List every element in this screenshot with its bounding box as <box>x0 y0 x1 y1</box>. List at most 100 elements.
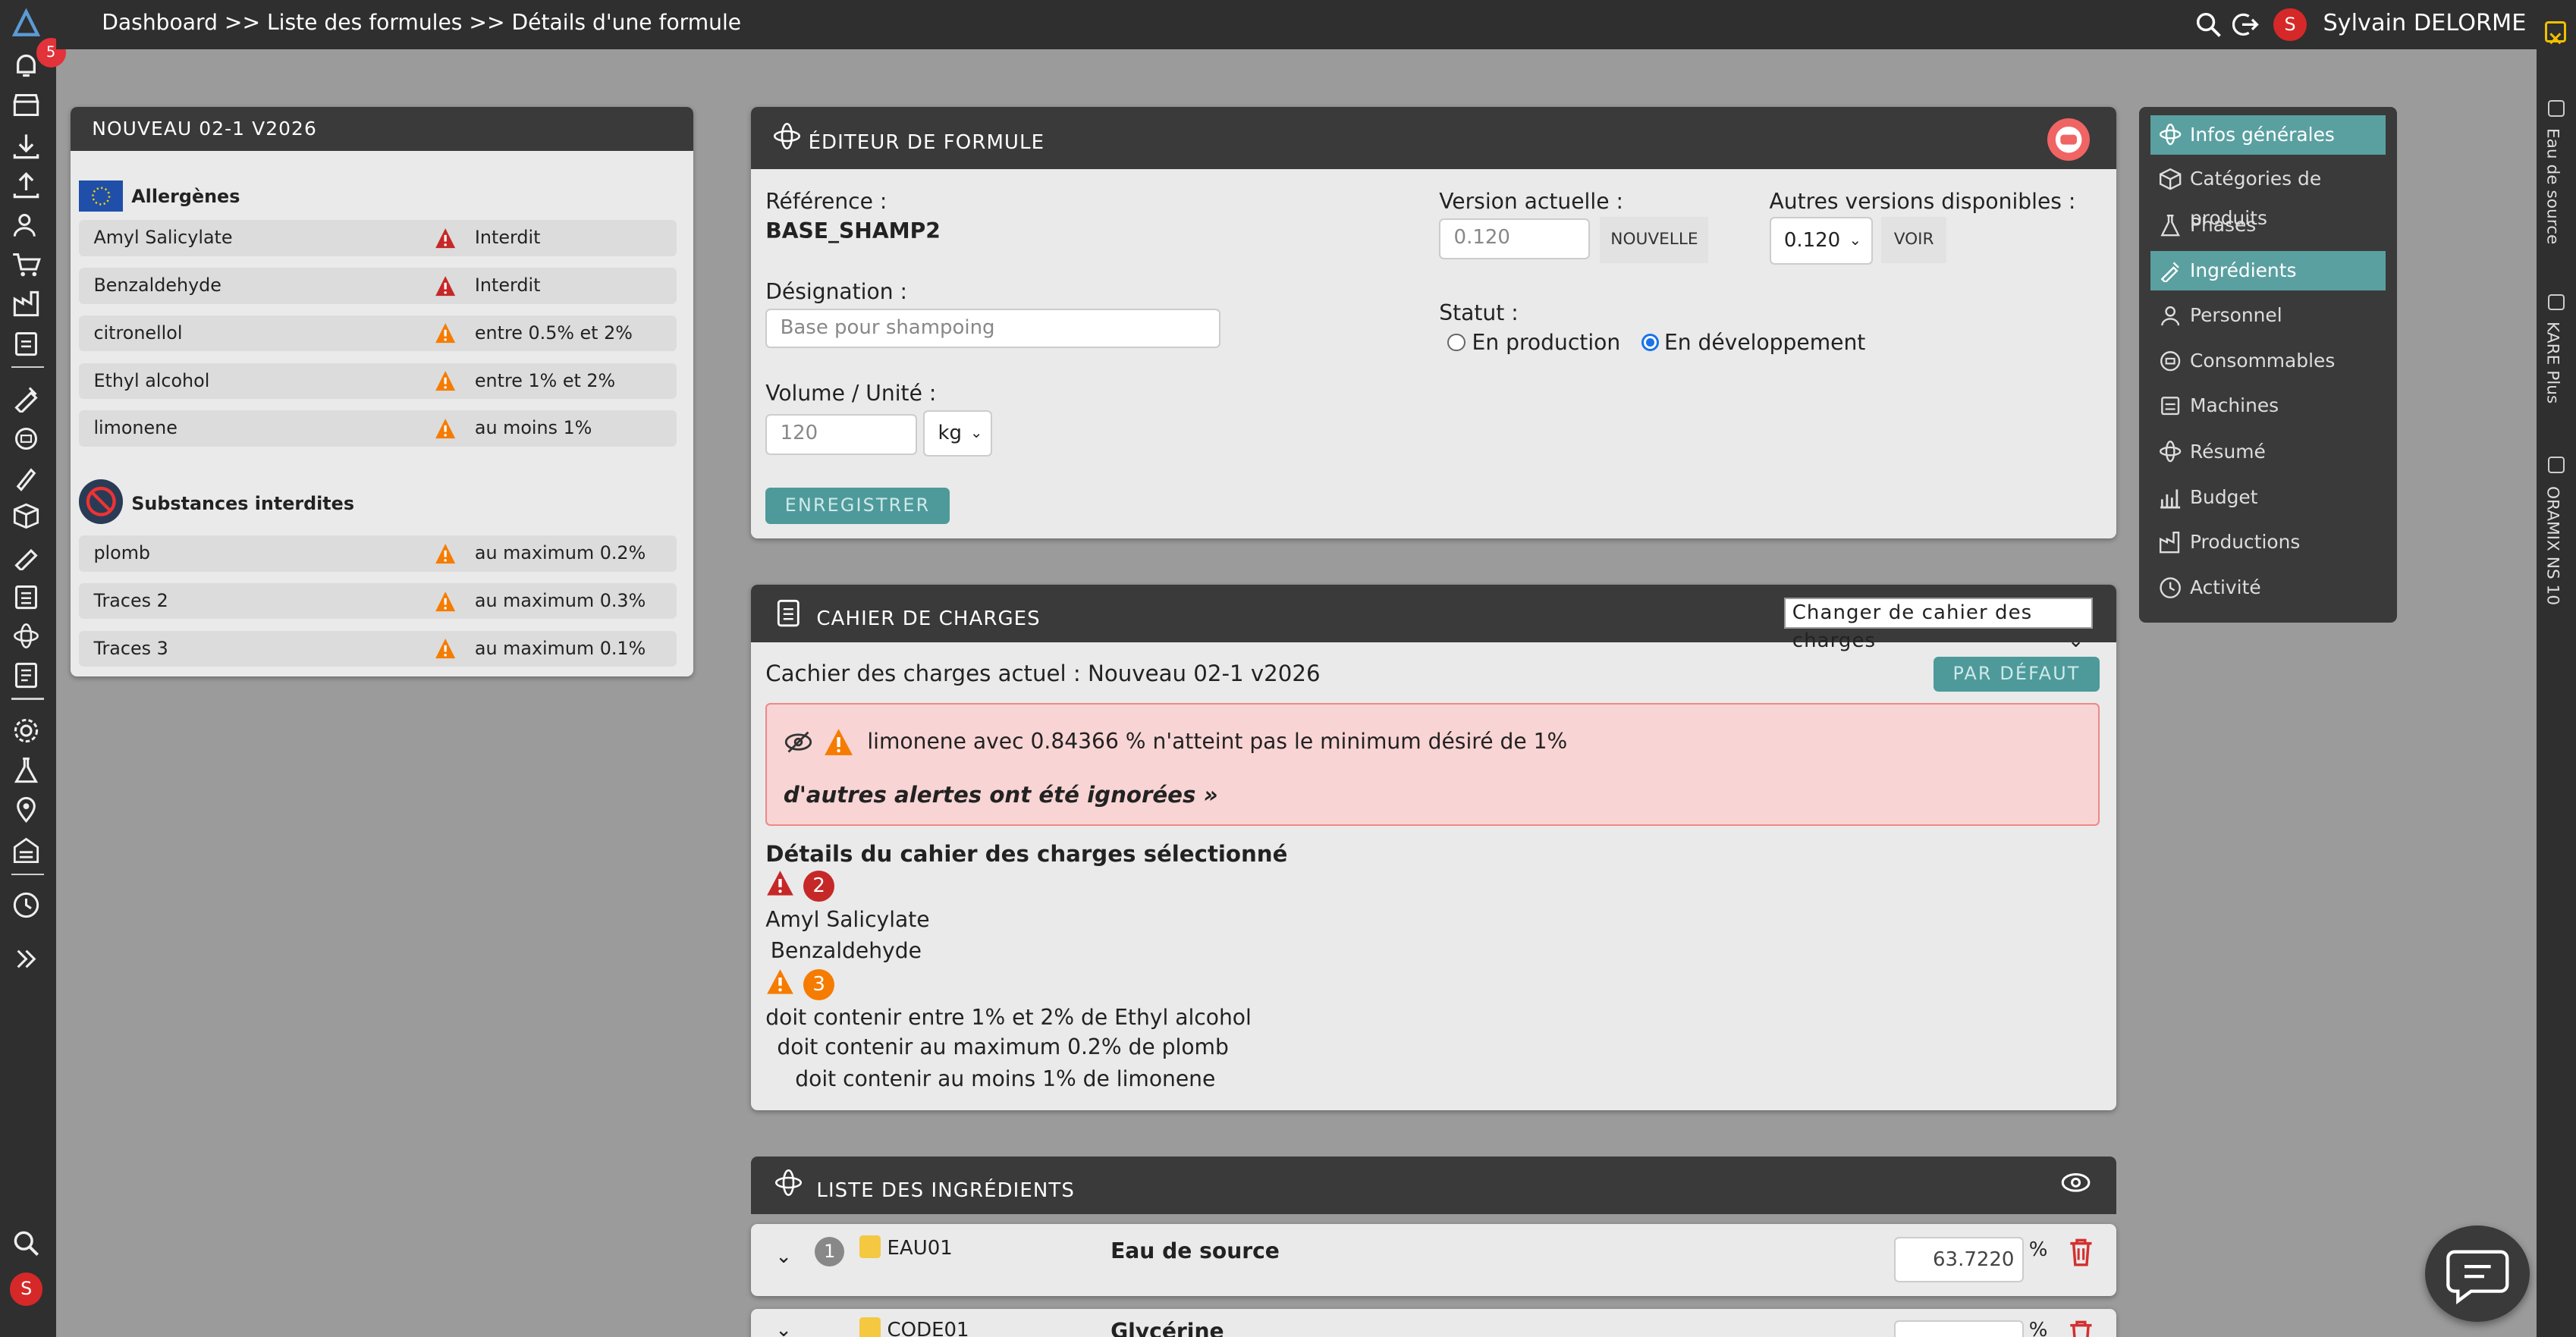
right-tab-kare-plus[interactable]: KARE Plus <box>2543 322 2562 403</box>
cart-icon[interactable] <box>11 250 42 279</box>
right-tab-eau-de-source[interactable]: Eau de source <box>2543 128 2562 244</box>
new-version-button[interactable]: NOUVELLE <box>1600 216 1709 263</box>
robot-assistant-icon[interactable] <box>2047 118 2090 162</box>
percent-unit: % <box>2028 1238 2048 1261</box>
volume-input[interactable]: 120 <box>765 413 917 455</box>
ingredient-name[interactable]: Glycérine <box>1111 1319 1224 1337</box>
designation-input[interactable]: Base pour shampoing <box>765 309 1221 349</box>
right-tab-oramix[interactable]: ORAMIX NS 10 <box>2543 486 2562 605</box>
chevron-down-icon[interactable]: ⌄ <box>775 1319 792 1337</box>
trash-icon[interactable] <box>2067 1237 2095 1268</box>
history-icon[interactable] <box>11 890 41 920</box>
status-development-radio[interactable] <box>1641 333 1660 352</box>
dropper-icon[interactable] <box>11 541 41 570</box>
danger-icon <box>765 869 795 897</box>
settings-icon[interactable] <box>11 716 41 745</box>
box-icon[interactable] <box>11 501 41 531</box>
volume-label: Volume / Unité : <box>765 381 937 406</box>
factory-icon[interactable] <box>11 289 41 319</box>
location-icon[interactable] <box>11 795 41 824</box>
forbidden-row[interactable]: Traces 2 au maximum 0.3% <box>78 582 677 620</box>
change-spec-select[interactable]: Changer de cahier des charges ⌄ <box>1784 598 2094 652</box>
specifications-title: CAHIER DE CHARGES <box>816 607 1041 631</box>
other-version-select[interactable]: 0.120 ⌄ <box>1769 216 1873 265</box>
flask-icon[interactable] <box>11 755 41 785</box>
see-version-button[interactable]: VOIR <box>1880 216 1947 263</box>
expand-icon[interactable] <box>11 944 41 974</box>
trash-icon[interactable] <box>2067 1319 2095 1337</box>
nav-ingredients[interactable]: Ingrédients <box>2150 251 2386 291</box>
warning-icon <box>434 542 457 565</box>
close-tab-icon[interactable] <box>2548 457 2565 473</box>
ingredient-code[interactable]: CODE01 <box>887 1319 969 1337</box>
clipboard-icon[interactable] <box>11 328 41 358</box>
ingredient-icon[interactable] <box>11 383 41 413</box>
atom-icon[interactable] <box>11 621 41 651</box>
warehouse-icon[interactable] <box>11 836 41 865</box>
nav-consommables[interactable]: Consommables <box>2150 341 2386 381</box>
users-icon[interactable] <box>11 210 41 240</box>
search-icon[interactable] <box>2195 11 2222 38</box>
nav-activite[interactable]: Activité <box>2150 568 2386 607</box>
nav-productions[interactable]: Productions <box>2150 523 2386 562</box>
logout-icon[interactable] <box>2232 11 2260 38</box>
formula-editor-title: ÉDITEUR DE FORMULE <box>808 131 1045 155</box>
clock-icon <box>2159 576 2182 599</box>
ingredient-row[interactable]: ⌄ 1 EAU01 Eau de source 63.7220 % <box>750 1223 2116 1296</box>
forbidden-row[interactable]: plomb au maximum 0.2% <box>78 535 677 572</box>
ignored-alerts-link[interactable]: d'autres alertes ont été ignorées » <box>784 782 1218 808</box>
upload-icon[interactable] <box>11 171 41 200</box>
document-icon[interactable] <box>11 661 41 690</box>
unit-select[interactable]: kg ⌄ <box>923 410 993 457</box>
nav-phases[interactable]: Phases <box>2150 206 2386 245</box>
user-name[interactable]: Sylvain DELORME <box>2323 10 2526 36</box>
forbidden-row[interactable]: Traces 3 au maximum 0.1% <box>78 630 677 667</box>
ingredient-code[interactable]: EAU01 <box>887 1237 953 1260</box>
status-development-label[interactable]: En développement <box>1664 330 1865 355</box>
robot-icon[interactable] <box>11 424 41 454</box>
spec-summary-panel: NOUVEAU 02-1 V2026 Allergènes Amyl Salic… <box>71 106 693 677</box>
status-production-radio[interactable] <box>1447 333 1465 352</box>
save-button[interactable]: ENREGISTRER <box>765 488 950 524</box>
allergen-row[interactable]: limonene au moins 1% <box>78 410 677 447</box>
nav-machines[interactable]: Machines <box>2150 386 2386 425</box>
app-logo-icon[interactable] <box>11 8 41 38</box>
close-tab-icon[interactable] <box>2548 100 2565 117</box>
status-production-label[interactable]: En production <box>1472 330 1621 355</box>
nav-budget[interactable]: Budget <box>2150 478 2386 517</box>
allergen-row[interactable]: Benzaldehyde Interdit <box>78 268 677 304</box>
eye-slash-icon[interactable] <box>784 727 813 757</box>
chat-button[interactable] <box>2424 1225 2530 1323</box>
store-icon[interactable] <box>11 90 41 120</box>
default-button[interactable]: PAR DÉFAUT <box>1934 657 2100 692</box>
specifications-header: CAHIER DE CHARGES Changer de cahier des … <box>750 585 2116 652</box>
breadcrumb[interactable]: Dashboard >> Liste des formules >> Détai… <box>102 10 741 35</box>
chevron-down-icon: ⌄ <box>1849 231 1861 249</box>
download-icon[interactable] <box>11 131 41 161</box>
eye-icon[interactable] <box>2060 1169 2091 1196</box>
nav-personnel[interactable]: Personnel <box>2150 296 2386 335</box>
ingredient-row[interactable]: ⌄ CODE01 Glycérine % <box>750 1309 2116 1337</box>
allergen-row[interactable]: Amyl Salicylate Interdit <box>78 220 677 256</box>
close-tab-icon[interactable] <box>2548 293 2565 311</box>
pipette-icon[interactable] <box>11 463 41 493</box>
user-avatar[interactable]: S <box>2273 8 2307 42</box>
allergen-row[interactable]: citronellol entre 0.5% et 2% <box>78 315 677 352</box>
version-input[interactable]: 0.120 <box>1439 218 1591 260</box>
list-icon[interactable] <box>11 582 41 611</box>
ingredient-percent-input[interactable] <box>1894 1320 2025 1337</box>
ingredient-percent-input[interactable]: 63.7220 <box>1894 1236 2025 1283</box>
search-icon-sidebar[interactable] <box>11 1229 41 1258</box>
allergen-row[interactable]: Ethyl alcohol entre 1% et 2% <box>78 362 677 400</box>
ingredient-name[interactable]: Eau de source <box>1111 1238 1280 1263</box>
close-panel-icon[interactable] <box>2544 21 2566 45</box>
nav-categories[interactable]: Catégories de produits <box>2150 159 2386 229</box>
warning-item: doit contenir entre 1% et 2% de Ethyl al… <box>765 1005 1252 1031</box>
user-avatar-sidebar[interactable]: S <box>9 1273 43 1306</box>
nav-infos-generales[interactable]: Infos générales <box>2150 115 2386 155</box>
other-versions-label: Autres versions disponibles : <box>1769 189 2076 215</box>
alert-text: limonene avec 0.84366 % n'atteint pas le… <box>867 729 1568 755</box>
chevron-down-icon[interactable]: ⌄ <box>775 1245 792 1268</box>
warning-count-badge: 3 <box>803 968 835 1000</box>
nav-resume[interactable]: Résumé <box>2150 432 2386 472</box>
